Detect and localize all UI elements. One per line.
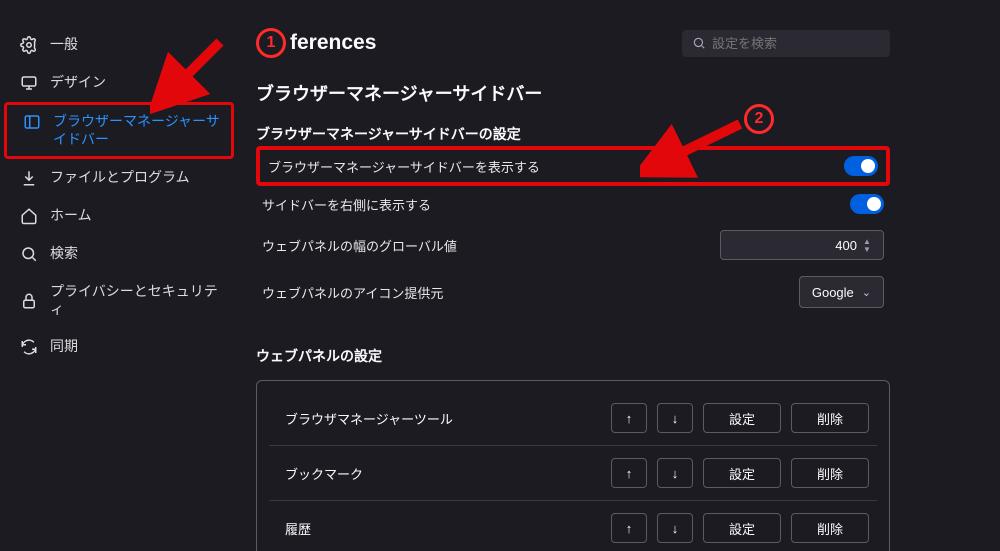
search-icon	[20, 245, 38, 263]
sidebar-item-files[interactable]: ファイルとプログラム	[0, 159, 238, 197]
monitor-icon	[20, 74, 38, 92]
webpanel-row: 履歴 ↑ ↓ 設定 削除	[269, 501, 877, 551]
sidebar-item-sync[interactable]: 同期	[0, 328, 238, 366]
select-value: Google	[812, 285, 854, 300]
icon-provider-select[interactable]: Google ⌄	[799, 276, 884, 308]
sidebar-item-home[interactable]: ホーム	[0, 197, 238, 235]
delete-button[interactable]: 削除	[791, 458, 869, 488]
sidebar-item-label: プライバシーとセキュリティ	[50, 283, 224, 318]
sidebar-item-label: ブラウザーマネージャーサイドバー	[53, 113, 221, 148]
sidebar-item-design[interactable]: デザイン	[0, 64, 238, 102]
sidebar-item-general[interactable]: 一般	[0, 26, 238, 64]
move-down-button[interactable]: ↓	[657, 513, 693, 543]
sidebar-item-privacy[interactable]: プライバシーとセキュリティ	[0, 273, 238, 328]
panel-width-value: 400	[835, 238, 857, 253]
move-up-button[interactable]: ↑	[611, 458, 647, 488]
settings-button[interactable]: 設定	[703, 513, 781, 543]
search-icon	[692, 36, 706, 50]
preferences-sidebar: 一般 デザイン ブラウザーマネージャーサイドバー ファイルとプログラム ホーム	[0, 8, 238, 551]
sync-icon	[20, 338, 38, 356]
preferences-content: 1 ferences ブラウザーマネージャーサイドバー ブラウザーマネージャーサ…	[238, 8, 1000, 551]
sidebar-item-label: 検索	[50, 245, 78, 263]
setting-row-icon-provider: ウェブパネルのアイコン提供元 Google ⌄	[256, 268, 890, 316]
sidebar-item-label: ファイルとプログラム	[50, 169, 190, 187]
setting-label: ウェブパネルのアイコン提供元	[262, 283, 443, 302]
webpanel-list: ブラウザマネージャーツール ↑ ↓ 設定 削除 ブックマーク ↑ ↓ 設定 削除…	[256, 380, 890, 551]
delete-button[interactable]: 削除	[791, 403, 869, 433]
sidebar-item-label: 同期	[50, 338, 78, 356]
toggle-show-sidebar[interactable]	[844, 156, 878, 176]
spinner-icon[interactable]: ▲▼	[863, 235, 877, 257]
setting-label: サイドバーを右側に表示する	[262, 195, 431, 214]
move-down-button[interactable]: ↓	[657, 403, 693, 433]
annotation-badge-1: 1	[256, 28, 286, 58]
webpanel-row: ブラウザマネージャーツール ↑ ↓ 設定 削除	[269, 391, 877, 446]
webpanel-row: ブックマーク ↑ ↓ 設定 削除	[269, 446, 877, 501]
section-title: ブラウザーマネージャーサイドバー	[256, 80, 890, 106]
settings-button[interactable]: 設定	[703, 403, 781, 433]
move-down-button[interactable]: ↓	[657, 458, 693, 488]
home-icon	[20, 207, 38, 225]
setting-label: ウェブパネルの幅のグローバル値	[262, 236, 457, 255]
setting-row-right-side: サイドバーを右側に表示する	[256, 186, 890, 222]
annotation-badge-2: 2	[744, 104, 774, 134]
panel-width-input[interactable]: 400 ▲▼	[720, 230, 884, 260]
page-title: ferences	[290, 31, 376, 55]
sidebar-icon	[23, 113, 41, 131]
setting-row-show-sidebar: ブラウザーマネージャーサイドバーを表示する	[256, 146, 890, 186]
setting-row-panel-width: ウェブパネルの幅のグローバル値 400 ▲▼	[256, 222, 890, 268]
sidebar-item-search[interactable]: 検索	[0, 235, 238, 273]
download-icon	[20, 169, 38, 187]
sidebar-item-label: デザイン	[50, 74, 106, 92]
setting-label: ブラウザーマネージャーサイドバーを表示する	[268, 157, 540, 176]
move-up-button[interactable]: ↑	[611, 513, 647, 543]
search-settings-box[interactable]	[682, 30, 890, 57]
delete-button[interactable]: 削除	[791, 513, 869, 543]
toggle-right-side[interactable]	[850, 194, 884, 214]
settings-button[interactable]: 設定	[703, 458, 781, 488]
sidebar-item-browser-manager-sidebar[interactable]: ブラウザーマネージャーサイドバー	[4, 102, 234, 159]
window-titlebar	[0, 0, 1000, 8]
chevron-down-icon: ⌄	[862, 286, 871, 299]
webpanel-name: 履歴	[277, 519, 601, 538]
webpanel-settings-heading: ウェブパネルの設定	[256, 346, 890, 366]
webpanel-name: ブラウザマネージャーツール	[277, 409, 601, 428]
sidebar-item-label: 一般	[50, 36, 78, 54]
gear-icon	[20, 36, 38, 54]
move-up-button[interactable]: ↑	[611, 403, 647, 433]
webpanel-name: ブックマーク	[277, 464, 601, 483]
sidebar-item-label: ホーム	[50, 207, 92, 225]
settings-subheading: ブラウザーマネージャーサイドバーの設定	[256, 124, 890, 144]
lock-icon	[20, 292, 38, 310]
search-input[interactable]	[712, 36, 880, 51]
